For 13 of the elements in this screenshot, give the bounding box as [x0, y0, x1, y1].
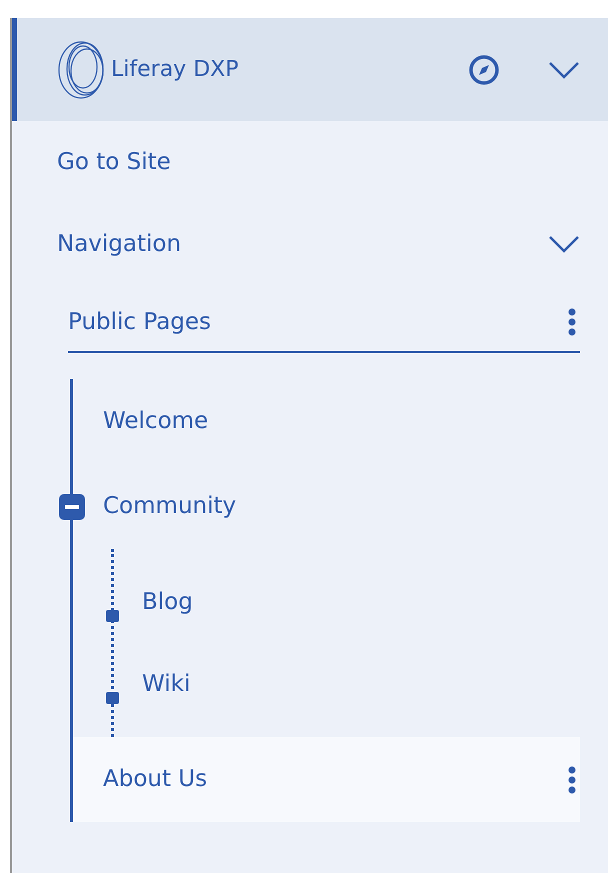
section-title: Navigation	[57, 230, 182, 259]
collapse-toggle-icon[interactable]	[59, 494, 85, 520]
tree-item[interactable]: Blog	[114, 561, 580, 643]
chevron-icon[interactable]	[548, 60, 580, 78]
tree-item[interactable]: Community	[73, 464, 580, 549]
tree-item[interactable]: About Us	[73, 737, 580, 822]
tree-item[interactable]: Wiki	[114, 643, 580, 725]
site-title: Liferay DXP	[111, 56, 238, 84]
tree-item[interactable]: Welcome	[73, 379, 580, 464]
pages-heading: Public Pages	[68, 308, 212, 337]
chevron-icon[interactable]	[548, 235, 580, 253]
compass-icon[interactable]	[468, 54, 500, 86]
go-to-site-link[interactable]: Go to Site	[12, 121, 608, 203]
